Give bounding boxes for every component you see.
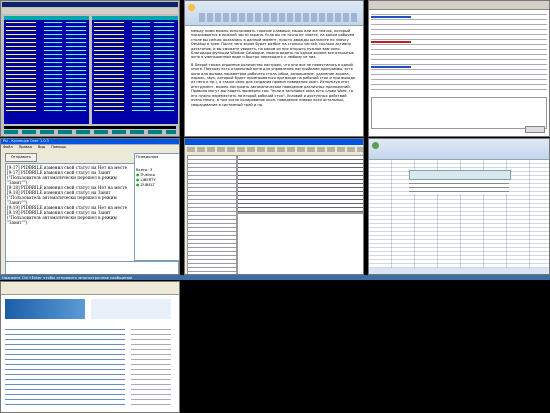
chat-log[interactable]: [9:17] PIDBRILE изменил свой статус на Н… — [5, 163, 135, 263]
menu-help[interactable]: Помощь — [51, 145, 66, 150]
function-key-bar[interactable] — [4, 130, 176, 134]
sidebar-links[interactable] — [131, 325, 171, 405]
spreadsheet-window — [368, 138, 550, 275]
chat-message: [9:19] PIDBRILE изменил свой статус на З… — [7, 210, 117, 225]
toolbar — [2, 8, 178, 14]
menu-view[interactable]: Вид — [38, 145, 45, 150]
menu-bar: Файл Правка Вид Помощь — [3, 145, 66, 150]
message-history[interactable] — [371, 11, 547, 91]
title-bar — [2, 2, 178, 7]
message-input[interactable] — [5, 261, 179, 274]
sheet-tabs[interactable] — [369, 268, 549, 274]
word-processor-window: между ними можно использовать горячие кл… — [184, 0, 364, 137]
promo-block — [91, 299, 171, 319]
paragraph-2: В Dexpot также огромное количество настр… — [191, 62, 356, 107]
toolbar[interactable] — [187, 147, 363, 152]
command-line[interactable] — [4, 126, 176, 129]
menu-edit[interactable]: Правка — [19, 145, 32, 150]
link-list[interactable] — [5, 325, 125, 405]
send-button-label: Отправить — [11, 155, 31, 159]
participants-panel: Псевдоним Всего: 3 ● Пчелка ● LIBERTY ● … — [134, 153, 179, 261]
worksheet-grid[interactable] — [369, 160, 549, 268]
participant-item[interactable]: ● ZUBELT — [136, 182, 179, 187]
right-file-pane[interactable] — [92, 16, 178, 124]
messenger-toolbar[interactable] — [369, 1, 549, 10]
menu-file[interactable]: Файл — [3, 145, 13, 150]
psi-chat-window: Psi - Кузнецов Олег 1.0.3 Файл Правка Ви… — [0, 138, 180, 275]
chat-message: [9:17] PIDBRILE изменил свой статус на З… — [7, 170, 117, 185]
page-banner — [5, 299, 85, 319]
message-preview[interactable] — [237, 213, 363, 274]
browser-toolbar[interactable] — [1, 282, 179, 295]
send-button[interactable] — [525, 126, 545, 133]
ribbon[interactable] — [369, 139, 549, 160]
chat-message: [9:18] PIDBRILE изменил свой статус на З… — [7, 190, 117, 205]
message-input[interactable] — [371, 97, 547, 129]
status-hint-bar: Нажмите Ctrl+Enter чтобы отправить много… — [0, 275, 550, 280]
mail-client-window — [184, 138, 364, 275]
paragraph-1: между ними можно использовать горячие кл… — [191, 29, 355, 60]
web-page[interactable] — [1, 295, 179, 412]
title-bar — [185, 139, 363, 145]
document-text[interactable]: между ними можно использовать горячие кл… — [191, 29, 356, 134]
message-list[interactable] — [237, 155, 363, 213]
messenger-window — [368, 0, 550, 137]
participants-header: Псевдоним — [136, 154, 159, 159]
status-hint: Нажмите Ctrl+Enter чтобы отправить много… — [2, 275, 133, 280]
office-button-icon[interactable] — [188, 4, 195, 11]
left-file-pane[interactable] — [4, 16, 89, 124]
ribbon[interactable] — [185, 1, 363, 26]
file-manager-window — [0, 0, 180, 137]
send-button[interactable]: Отправить — [5, 153, 37, 162]
folder-tree[interactable] — [187, 155, 237, 274]
web-browser-window — [0, 281, 180, 413]
office-button-icon[interactable] — [372, 142, 379, 149]
